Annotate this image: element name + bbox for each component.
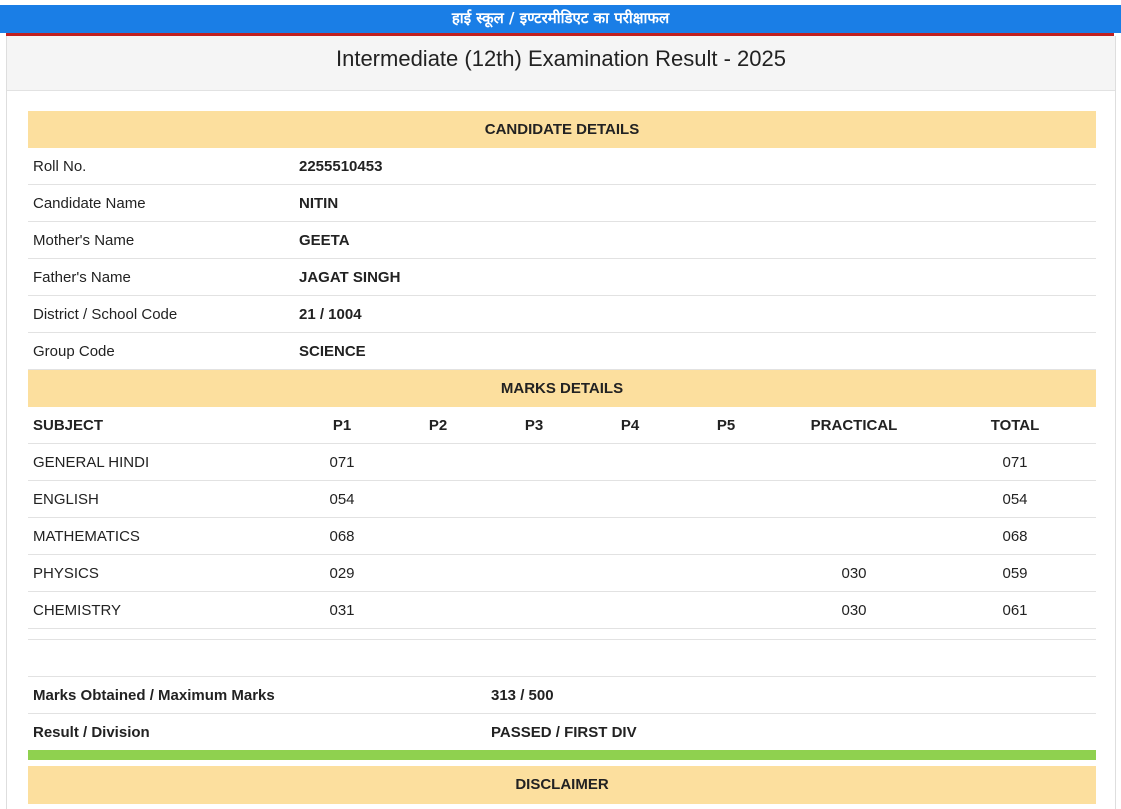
detail-row-district: District / School Code 21 / 1004 (28, 295, 1096, 333)
detail-label: Group Code (28, 332, 299, 370)
p4-cell (582, 517, 678, 555)
detail-label: Father's Name (28, 258, 299, 296)
p5-cell (678, 480, 774, 518)
result-summary-table: Marks Obtained / Maximum Marks 313 / 500… (28, 677, 1096, 751)
marks-header-row: SUBJECT P1 P2 P3 P4 P5 PRACTICAL TOTAL (28, 407, 1096, 444)
card-header: Intermediate (12th) Examination Result -… (7, 36, 1115, 91)
practical-cell (774, 480, 934, 518)
detail-row-name: Candidate Name NITIN (28, 184, 1096, 222)
father-name-value: JAGAT SINGH (299, 258, 1096, 296)
table-divider (28, 629, 1096, 640)
practical-cell (774, 443, 934, 481)
p1-cell: 071 (294, 443, 390, 481)
top-banner: हाई स्कूल / इण्टरमीडिएट का परीक्षाफल (0, 5, 1121, 33)
detail-row-father: Father's Name JAGAT SINGH (28, 258, 1096, 296)
p3-cell (486, 554, 582, 592)
summary-label: Result / Division (28, 713, 491, 751)
practical-cell: 030 (774, 591, 934, 629)
total-cell: 054 (934, 480, 1096, 518)
subject-cell: ENGLISH (28, 480, 294, 518)
summary-label: Marks Obtained / Maximum Marks (28, 677, 491, 714)
col-header-total: TOTAL (934, 407, 1096, 444)
candidate-details-table: Roll No. 2255510453 Candidate Name NITIN… (28, 148, 1096, 370)
empty-row (28, 640, 1096, 677)
col-header-p1: P1 (294, 407, 390, 444)
detail-row-mother: Mother's Name GEETA (28, 221, 1096, 259)
p2-cell (390, 591, 486, 629)
p4-cell (582, 591, 678, 629)
candidate-details-header: CANDIDATE DETAILS (28, 111, 1096, 148)
detail-label: Roll No. (28, 148, 299, 185)
p4-cell (582, 480, 678, 518)
p2-cell (390, 443, 486, 481)
detail-label: District / School Code (28, 295, 299, 333)
p3-cell (486, 480, 582, 518)
table-row: ENGLISH 054 054 (28, 480, 1096, 518)
detail-row-roll: Roll No. 2255510453 (28, 148, 1096, 185)
total-cell: 068 (934, 517, 1096, 555)
col-header-p4: P4 (582, 407, 678, 444)
marks-obtained-row: Marks Obtained / Maximum Marks 313 / 500 (28, 677, 1096, 714)
col-header-p5: P5 (678, 407, 774, 444)
marks-table: SUBJECT P1 P2 P3 P4 P5 PRACTICAL TOTAL G… (28, 407, 1096, 629)
roll-number-value: 2255510453 (299, 148, 1096, 185)
practical-cell (774, 517, 934, 555)
table-row: GENERAL HINDI 071 071 (28, 443, 1096, 481)
table-row: MATHEMATICS 068 068 (28, 517, 1096, 555)
p3-cell (486, 517, 582, 555)
detail-label: Candidate Name (28, 184, 299, 222)
p5-cell (678, 443, 774, 481)
p2-cell (390, 517, 486, 555)
group-code-value: SCIENCE (299, 332, 1096, 370)
subject-cell: CHEMISTRY (28, 591, 294, 629)
p4-cell (582, 443, 678, 481)
col-header-p2: P2 (390, 407, 486, 444)
page-title: Intermediate (12th) Examination Result -… (335, 46, 786, 71)
col-header-subject: SUBJECT (28, 407, 294, 444)
subject-cell: MATHEMATICS (28, 517, 294, 555)
p4-cell (582, 554, 678, 592)
p3-cell (486, 443, 582, 481)
p1-cell: 068 (294, 517, 390, 555)
p5-cell (678, 591, 774, 629)
p2-cell (390, 480, 486, 518)
table-row: CHEMISTRY 031 030 061 (28, 591, 1096, 629)
result-division-row: Result / Division PASSED / FIRST DIV (28, 713, 1096, 751)
p1-cell: 029 (294, 554, 390, 592)
disclaimer-header: DISCLAIMER (28, 766, 1096, 804)
detail-label: Mother's Name (28, 221, 299, 259)
result-card: Intermediate (12th) Examination Result -… (6, 36, 1116, 809)
p2-cell (390, 554, 486, 592)
marks-details-header: MARKS DETAILS (28, 370, 1096, 407)
result-status-bar (28, 750, 1096, 760)
practical-cell: 030 (774, 554, 934, 592)
mother-name-value: GEETA (299, 221, 1096, 259)
district-school-code-value: 21 / 1004 (299, 295, 1096, 333)
p5-cell (678, 517, 774, 555)
p1-cell: 031 (294, 591, 390, 629)
detail-row-group: Group Code SCIENCE (28, 332, 1096, 370)
total-cell: 071 (934, 443, 1096, 481)
col-header-practical: PRACTICAL (774, 407, 934, 444)
subject-cell: GENERAL HINDI (28, 443, 294, 481)
col-header-p3: P3 (486, 407, 582, 444)
p3-cell (486, 591, 582, 629)
p5-cell (678, 554, 774, 592)
p1-cell: 054 (294, 480, 390, 518)
result-division-value: PASSED / FIRST DIV (491, 713, 1096, 751)
marks-obtained-value: 313 / 500 (491, 677, 1096, 714)
subject-cell: PHYSICS (28, 554, 294, 592)
candidate-name-value: NITIN (299, 184, 1096, 222)
banner-title: हाई स्कूल / इण्टरमीडिएट का परीक्षाफल (451, 9, 670, 27)
total-cell: 059 (934, 554, 1096, 592)
total-cell: 061 (934, 591, 1096, 629)
table-row: PHYSICS 029 030 059 (28, 554, 1096, 592)
